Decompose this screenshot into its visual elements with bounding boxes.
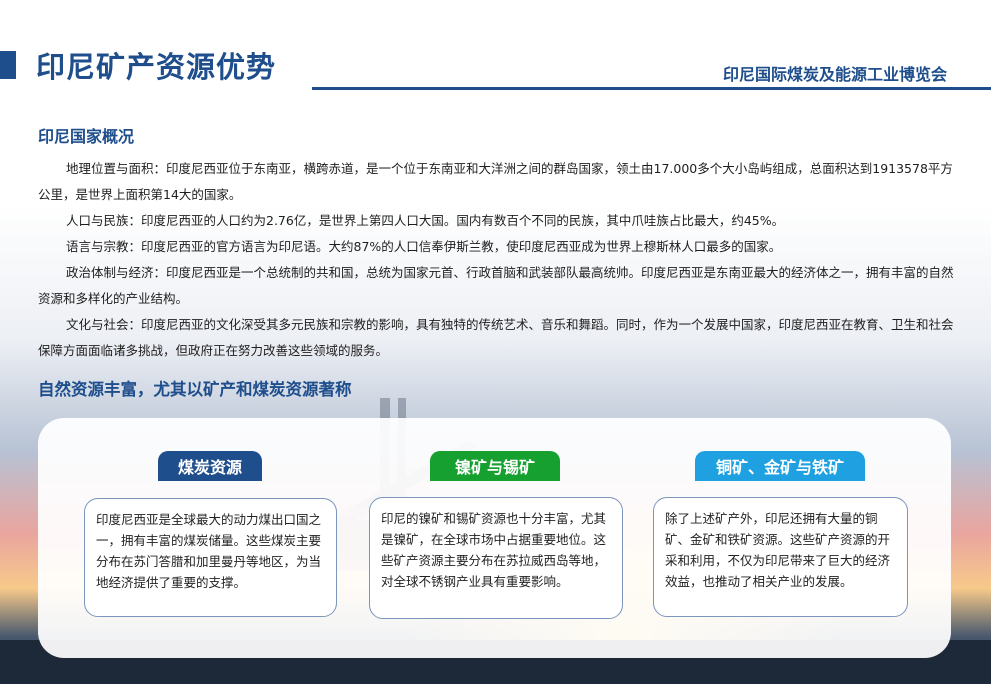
- card-text-nickel-tin: 印尼的镍矿和锡矿资源也十分丰富，尤其是镍矿，在全球市场中占据重要地位。这些矿产资…: [369, 497, 623, 619]
- header-divider: [312, 87, 991, 90]
- overview-paragraph-politics: 政治体制与经济：印度尼西亚是一个总统制的共和国，总统为国家元首、行政首脑和武装部…: [38, 265, 954, 306]
- overview-paragraph-population: 人口与民族：印度尼西亚的人口约为2.76亿，是世界上第四人口大国。国内有数百个不…: [66, 213, 785, 228]
- card-title-coal: 煤炭资源: [158, 451, 262, 481]
- overview-text: 地理位置与面积：印度尼西亚位于东南亚，横跨赤道，是一个位于东南亚和大洋洲之间的群…: [38, 156, 958, 364]
- card-title-copper-gold-iron: 铜矿、金矿与铁矿: [695, 451, 865, 481]
- card-title-nickel-tin: 镍矿与锡矿: [430, 451, 560, 481]
- overview-paragraph-geography: 地理位置与面积：印度尼西亚位于东南亚，横跨赤道，是一个位于东南亚和大洋洲之间的群…: [38, 161, 953, 202]
- title-accent-bar: [0, 51, 16, 79]
- page-title: 印尼矿产资源优势: [36, 50, 277, 84]
- overview-paragraph-culture: 文化与社会：印度尼西亚的文化深受其多元民族和宗教的影响，具有独特的传统艺术、音乐…: [38, 317, 954, 358]
- card-text-copper-gold-iron: 除了上述矿产外，印尼还拥有大量的铜矿、金矿和铁矿资源。这些矿产资源的开采和利用，…: [653, 497, 908, 617]
- overview-paragraph-language: 语言与宗教：印度尼西亚的官方语言为印尼语。大约87%的人口信奉伊斯兰教，使印度尼…: [66, 239, 782, 254]
- expo-name: 印尼国际煤炭及能源工业博览会: [722, 65, 947, 84]
- overview-heading: 印尼国家概况: [38, 127, 135, 146]
- resources-heading: 自然资源丰富，尤其以矿产和煤炭资源著称: [38, 380, 352, 399]
- card-text-coal: 印度尼西亚是全球最大的动力煤出口国之一，拥有丰富的煤炭储量。这些煤炭主要分布在苏…: [84, 498, 337, 617]
